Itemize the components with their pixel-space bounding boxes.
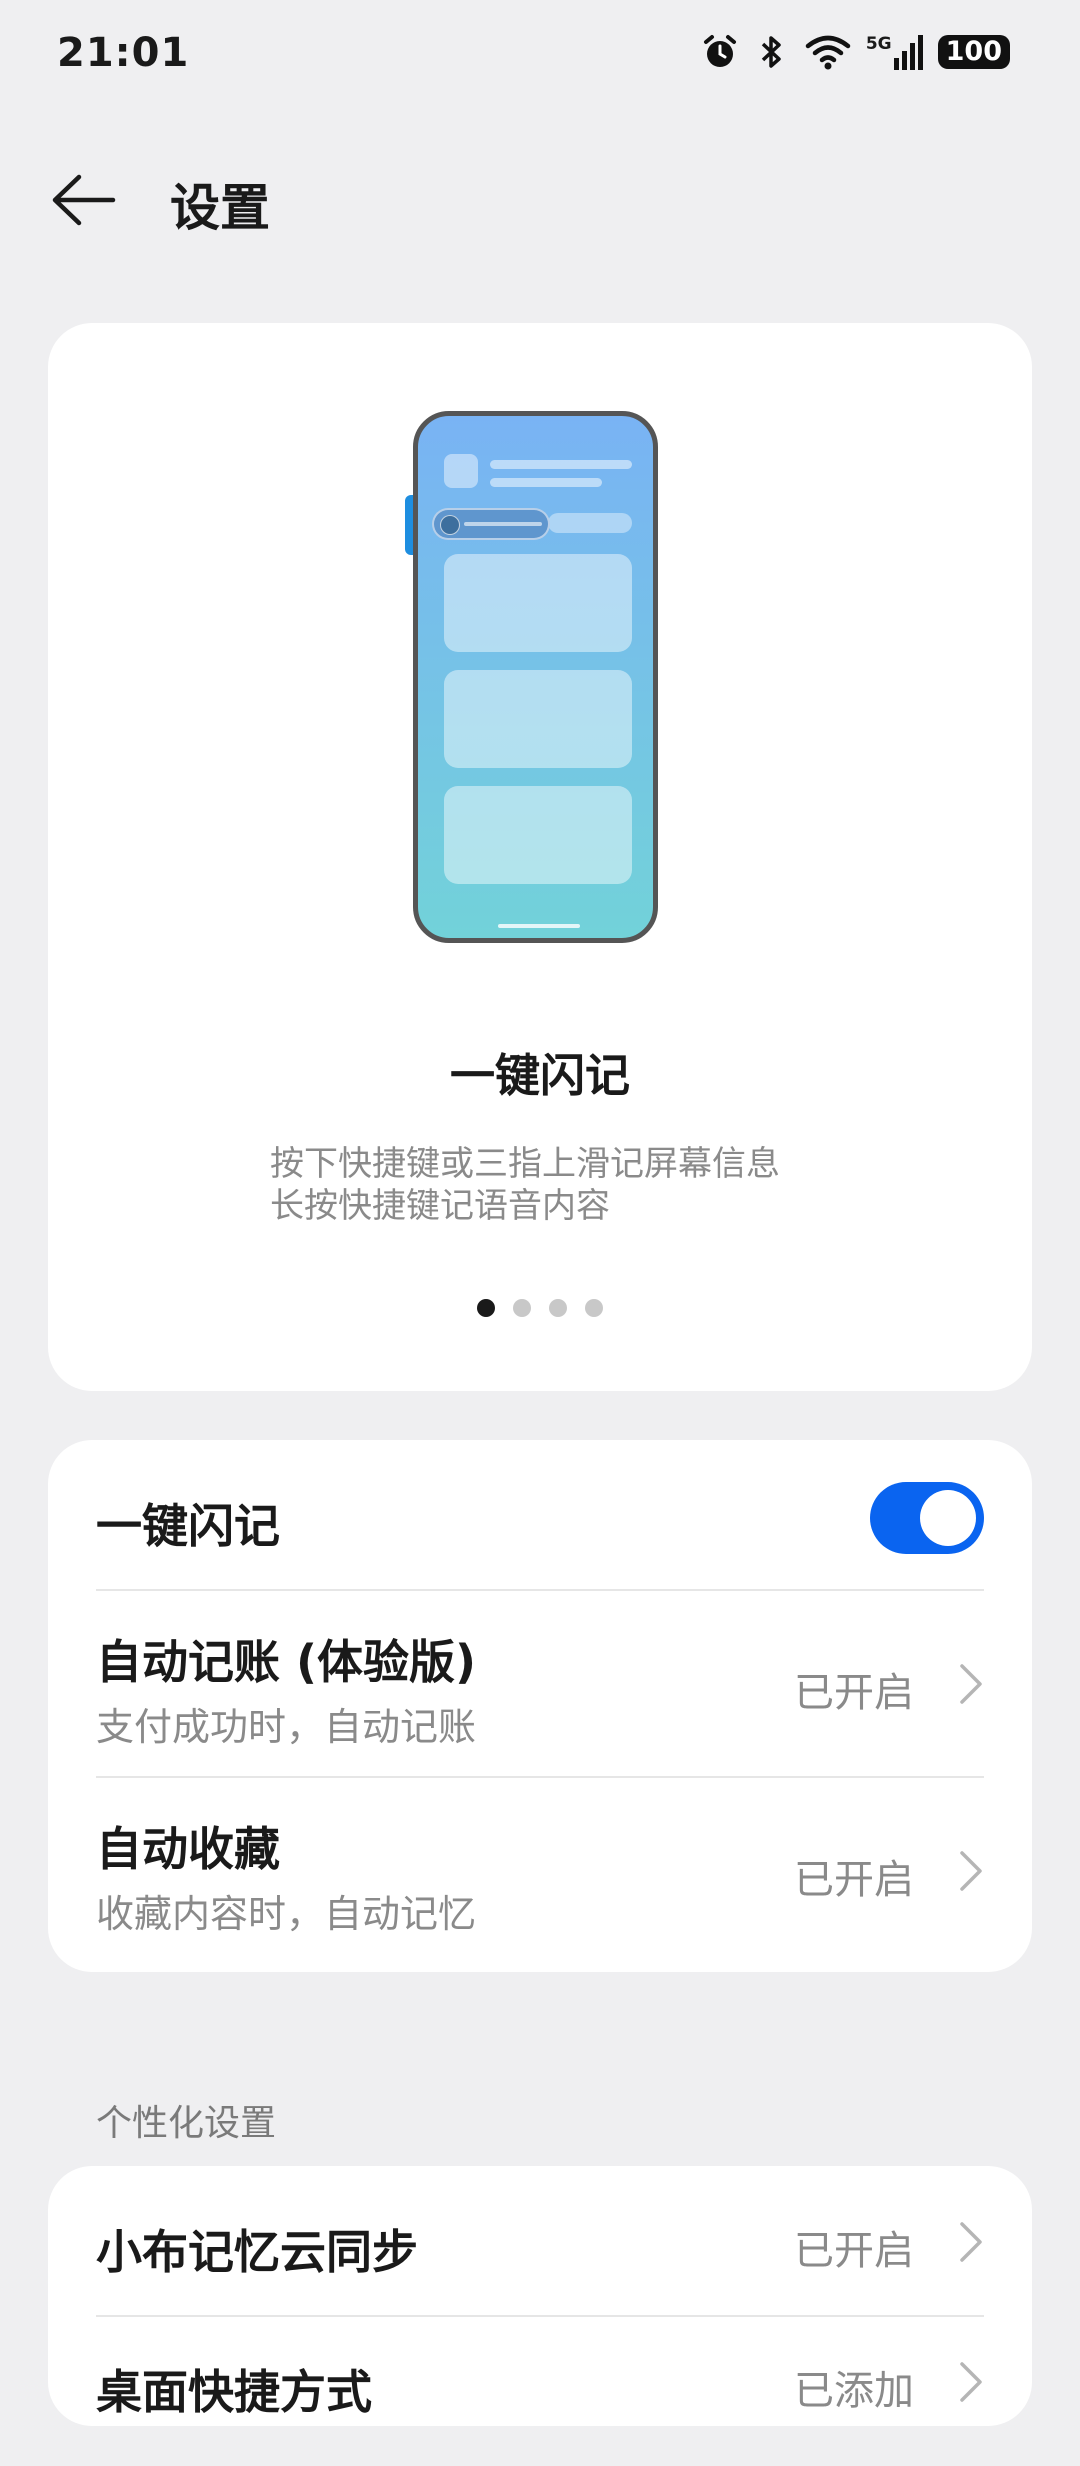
quick-note-row[interactable]: 一键闪记 xyxy=(96,1440,984,1590)
arrow-left-icon xyxy=(52,174,116,226)
illustration-line xyxy=(490,478,602,487)
illustration-mic-icon xyxy=(440,515,460,535)
status-icons: 5G 100 xyxy=(700,32,1010,72)
page-dot[interactable] xyxy=(513,1299,531,1317)
header: 设置 xyxy=(0,150,1080,250)
bluetooth-icon xyxy=(761,36,781,68)
chevron-right-icon xyxy=(960,1851,982,1891)
status-time: 21:01 xyxy=(57,30,190,76)
section-label-personalization: 个性化设置 xyxy=(96,2103,277,2144)
chevron-right-icon xyxy=(960,2362,982,2402)
auto-bookkeeping-row[interactable]: 自动记账 (体验版) 支付成功时，自动记账 已开启 xyxy=(96,1590,984,1776)
illustration-voice-pill xyxy=(432,508,550,540)
quick-note-label: 一键闪记 xyxy=(96,1499,280,1553)
signal-label: 5G xyxy=(865,34,892,54)
status-bar: 21:01 5G 100 xyxy=(0,0,1080,120)
quick-note-toggle[interactable] xyxy=(870,1482,984,1554)
illustration-waveform xyxy=(464,522,542,526)
page-dot[interactable] xyxy=(549,1299,567,1317)
auto-bookkeeping-status: 已开启 xyxy=(794,1670,914,1716)
settings-card: 一键闪记 自动记账 (体验版) 支付成功时，自动记账 已开启 自动收藏 收藏内容… xyxy=(48,1440,1032,1972)
phone-illustration xyxy=(413,411,658,943)
illustration-home-bar xyxy=(498,924,580,928)
auto-favorite-subtitle: 收藏内容时，自动记忆 xyxy=(96,1892,477,1936)
personalization-card: 小布记忆云同步 已开启 桌面快捷方式 已添加 xyxy=(48,2166,1032,2426)
alarm-icon xyxy=(703,35,736,67)
cloud-sync-label: 小布记忆云同步 xyxy=(96,2225,418,2279)
desktop-shortcut-status: 已添加 xyxy=(794,2368,914,2414)
page-dot[interactable] xyxy=(585,1299,603,1317)
page-title: 设置 xyxy=(170,179,270,237)
hero-title: 一键闪记 xyxy=(449,1049,630,1102)
chevron-right-icon xyxy=(960,1664,982,1704)
desktop-shortcut-label: 桌面快捷方式 xyxy=(96,2365,372,2419)
auto-bookkeeping-label: 自动记账 (体验版) xyxy=(96,1635,477,1689)
page-indicator xyxy=(48,1299,1032,1317)
auto-favorite-status: 已开启 xyxy=(794,1857,914,1903)
desktop-shortcut-row[interactable]: 桌面快捷方式 已添加 xyxy=(96,2316,984,2466)
page-dot-active[interactable] xyxy=(477,1299,495,1317)
signal-bars-icon xyxy=(893,35,923,70)
auto-favorite-label: 自动收藏 xyxy=(96,1822,280,1876)
illustration-bar xyxy=(548,513,632,533)
illustration-block xyxy=(444,670,632,768)
chevron-right-icon xyxy=(960,2222,982,2262)
signal-5g-icon: 5G xyxy=(866,34,924,70)
battery-indicator: 100 xyxy=(937,35,1010,69)
illustration-app-icon xyxy=(444,454,478,488)
cloud-sync-status: 已开启 xyxy=(794,2228,914,2274)
auto-bookkeeping-subtitle: 支付成功时，自动记账 xyxy=(96,1705,477,1749)
back-button[interactable] xyxy=(44,170,124,230)
feature-intro-card[interactable]: 一键闪记 按下快捷键或三指上滑记屏幕信息 长按快捷键记语音内容 xyxy=(48,323,1032,1391)
illustration-block xyxy=(444,554,632,652)
toggle-knob xyxy=(920,1490,976,1546)
illustration-line xyxy=(490,460,632,469)
illustration-block xyxy=(444,786,632,884)
hero-description: 按下快捷键或三指上滑记屏幕信息 长按快捷键记语音内容 xyxy=(270,1143,780,1227)
wifi-icon xyxy=(805,35,851,70)
hero-description-line: 按下快捷键或三指上滑记屏幕信息 xyxy=(270,1144,780,1184)
hero-description-line: 长按快捷键记语音内容 xyxy=(270,1186,610,1226)
cloud-sync-row[interactable]: 小布记忆云同步 已开启 xyxy=(96,2166,984,2316)
auto-favorite-row[interactable]: 自动收藏 收藏内容时，自动记忆 已开启 xyxy=(96,1777,984,1963)
